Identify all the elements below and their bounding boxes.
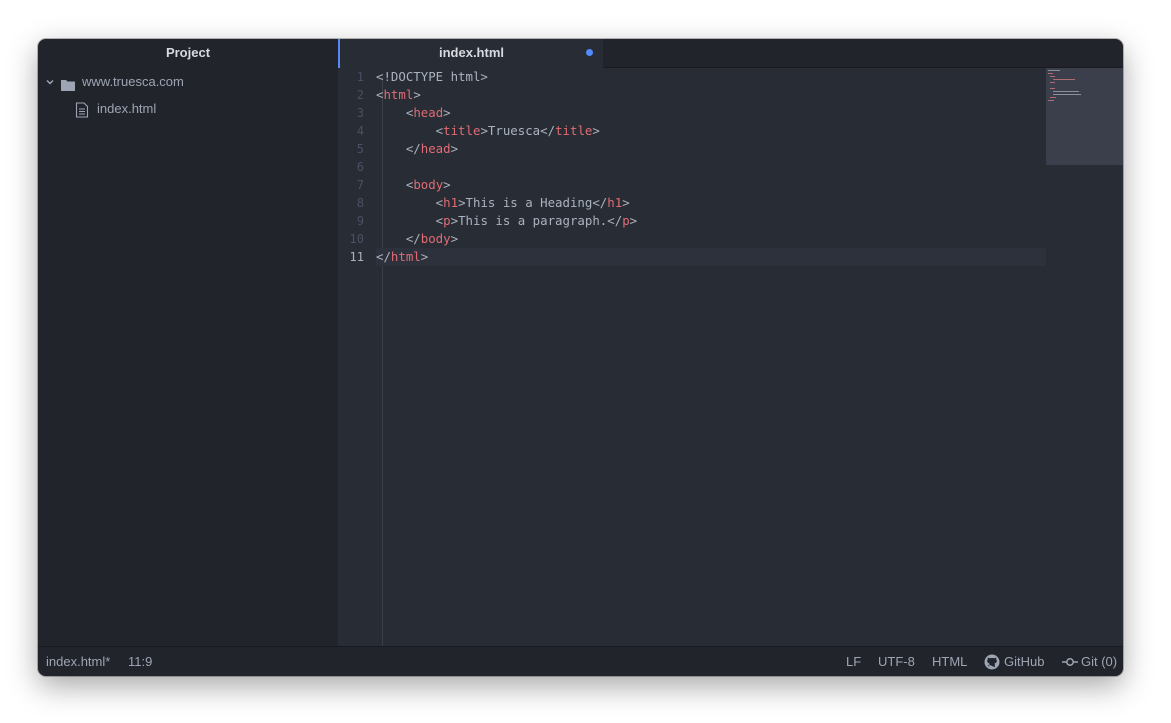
line-number: 11: [349, 250, 364, 264]
code-editor[interactable]: 1 2 3 4 5 6 7 8 9 10 11 <!DOCTYPE html> <html> <hea…: [338, 68, 1123, 646]
line-number: 4: [356, 124, 364, 138]
code-tag-name: html: [383, 87, 414, 102]
line-number: 2: [356, 88, 364, 102]
code-text: >: [450, 231, 459, 246]
minimap[interactable]: [1046, 68, 1123, 165]
code-text: >: [443, 105, 451, 120]
line-number: 6: [356, 160, 364, 174]
status-git-label: Git (0): [1081, 654, 1118, 669]
status-git[interactable]: Git (0): [1062, 647, 1117, 676]
status-github[interactable]: GitHub: [984, 647, 1044, 676]
code-text: <!DOCTYPE html>: [376, 69, 488, 84]
code-line[interactable]: <p>This is a paragraph.</p>: [376, 212, 1046, 230]
code-line[interactable]: <h1>This is a Heading</h1>: [376, 194, 1046, 212]
line-number: 9: [356, 214, 364, 228]
tab-bar: index.html: [338, 39, 1123, 68]
editor-window: Project www.truesca.com index.html index…: [38, 39, 1123, 676]
tree-file-label: index.html: [97, 101, 157, 116]
code-line[interactable]: </html>: [376, 248, 1046, 266]
folder-icon: [60, 75, 76, 91]
status-bar: index.html* 11:9 LF UTF-8 HTML GitHub Gi…: [38, 646, 1123, 676]
code-tag-name: body: [420, 231, 451, 246]
code-text: >: [622, 195, 630, 210]
status-encoding[interactable]: UTF-8: [878, 647, 915, 676]
code-tag-name: head: [413, 105, 444, 120]
sidebar-title: Project: [165, 45, 211, 60]
code-tag-name: p: [443, 213, 451, 228]
code-text: <: [376, 105, 414, 120]
code-tag-name: title: [555, 123, 593, 138]
code-line[interactable]: </body>: [376, 230, 1046, 248]
line-number: 8: [356, 196, 364, 210]
code-text: >Truesca</: [480, 123, 556, 138]
code-text: <: [376, 195, 444, 210]
code-text: >: [450, 141, 459, 156]
code-text: <: [376, 123, 444, 138]
tree-folder-www-truesca-com[interactable]: www.truesca.com: [44, 69, 184, 95]
code-text: </: [376, 141, 421, 156]
tab-label: index.html: [438, 45, 504, 60]
status-grammar[interactable]: HTML: [932, 647, 967, 676]
code-text: </: [376, 231, 421, 246]
line-number: 5: [356, 142, 364, 156]
status-file-name[interactable]: index.html*: [46, 647, 110, 676]
code-line[interactable]: [376, 158, 1046, 176]
github-icon: [984, 654, 1000, 670]
code-tag-name: p: [622, 213, 630, 228]
code-text: >: [420, 249, 429, 264]
tree-file-index-html[interactable]: index.html: [75, 96, 156, 122]
code-area[interactable]: <!DOCTYPE html> <html> <head> <title>True…: [376, 68, 1046, 266]
status-cursor-position[interactable]: 11:9: [128, 647, 152, 676]
code-text: </: [376, 249, 391, 264]
status-github-label: GitHub: [1004, 654, 1045, 669]
code-text: >This is a paragraph.</: [450, 213, 623, 228]
code-tag-name: h1: [607, 195, 623, 210]
code-text: <: [376, 213, 444, 228]
code-text: >This is a Heading</: [458, 195, 608, 210]
code-line[interactable]: <!DOCTYPE html>: [376, 68, 1046, 86]
code-text: >: [592, 123, 600, 138]
tree-folder-label: www.truesca.com: [82, 74, 184, 89]
code-line[interactable]: </head>: [376, 140, 1046, 158]
code-tag-name: h1: [443, 195, 459, 210]
line-number: 10: [349, 232, 364, 246]
git-commit-icon: [1062, 657, 1078, 667]
code-tag-name: html: [390, 249, 421, 264]
modified-indicator-icon[interactable]: [586, 49, 593, 56]
code-tag-name: body: [413, 177, 444, 192]
tab-index-html[interactable]: index.html: [338, 39, 603, 68]
status-line-ending[interactable]: LF: [846, 647, 861, 676]
line-number-gutter: 1 2 3 4 5 6 7 8 9 10 11: [338, 68, 364, 646]
code-line[interactable]: <head>: [376, 104, 1046, 122]
line-number: 3: [356, 106, 364, 120]
code-text: >: [443, 177, 451, 192]
file-icon: [75, 101, 89, 118]
chevron-down-icon[interactable]: [44, 76, 56, 88]
project-sidebar: Project www.truesca.com index.html: [38, 39, 339, 646]
code-line[interactable]: <html>: [376, 86, 1046, 104]
code-line[interactable]: <body>: [376, 176, 1046, 194]
code-text: <: [376, 177, 414, 192]
code-text: >: [413, 87, 421, 102]
code-tag-name: head: [420, 141, 451, 156]
code-tag-name: title: [443, 123, 481, 138]
code-line[interactable]: <title>Truesca</title>: [376, 122, 1046, 140]
code-text: >: [629, 213, 638, 228]
line-number: 1: [356, 70, 364, 84]
line-number: 7: [356, 178, 364, 192]
